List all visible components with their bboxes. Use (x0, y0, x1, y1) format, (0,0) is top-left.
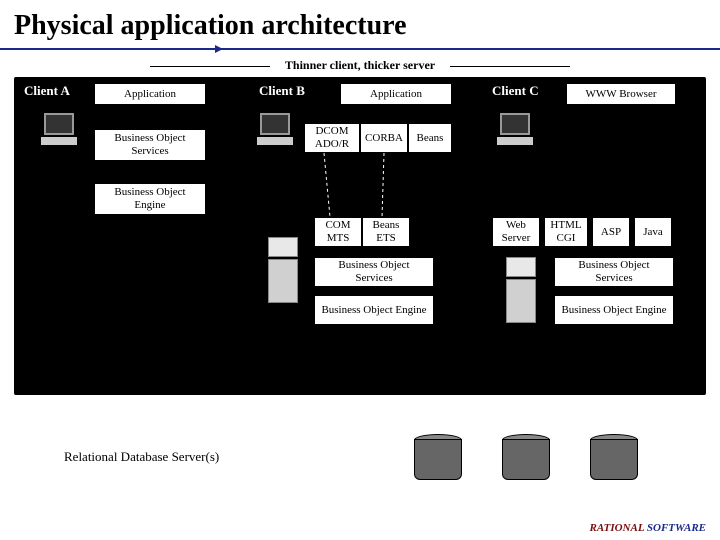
title-divider (0, 48, 720, 50)
server-c-html-cgi: HTML CGI (544, 217, 588, 247)
client-b-computer-icon (254, 113, 296, 151)
client-c-computer-icon (494, 113, 536, 151)
rational-logo: RATIONAL SOFTWARE (590, 522, 706, 534)
database-tier: Relational Database Server(s) (14, 426, 706, 488)
spectrum-label: Thinner client, thicker server (0, 58, 720, 73)
server-b-beans-ets: Beans ETS (362, 217, 410, 247)
web-server-c-icon (504, 257, 538, 327)
database-cylinder-icon (590, 434, 638, 480)
database-icons (414, 434, 638, 480)
client-b-corba: CORBA (360, 123, 408, 153)
slide-title: Physical application architecture (0, 0, 720, 48)
logo-part1: RATIONAL (590, 522, 645, 534)
client-b-application: Application (340, 83, 452, 105)
server-b-boe: Business Object Engine (314, 295, 434, 325)
server-b-com-mts: COM MTS (314, 217, 362, 247)
server-c-asp: ASP (592, 217, 630, 247)
client-a-boe: Business Object Engine (94, 183, 206, 215)
client-b-header: Client B (259, 83, 305, 99)
app-server-b-icon (266, 237, 300, 307)
database-cylinder-icon (414, 434, 462, 480)
client-c-header: Client C (492, 83, 539, 99)
server-c-web-server: Web Server (492, 217, 540, 247)
logo-part2: SOFTWARE (644, 522, 706, 534)
database-label: Relational Database Server(s) (64, 449, 219, 465)
client-b-dcom: DCOM ADO/R (304, 123, 360, 153)
client-a-computer-icon (38, 113, 80, 151)
client-a-bos: Business Object Services (94, 129, 206, 161)
server-c-java: Java (634, 217, 672, 247)
server-b-bos: Business Object Services (314, 257, 434, 287)
client-a-header: Client A (24, 83, 70, 99)
architecture-stage: Client A Client B Client C Application B… (14, 77, 706, 395)
database-cylinder-icon (502, 434, 550, 480)
server-c-bos: Business Object Services (554, 257, 674, 287)
client-c-browser: WWW Browser (566, 83, 676, 105)
client-b-beans: Beans (408, 123, 452, 153)
client-a-application: Application (94, 83, 206, 105)
server-c-boe: Business Object Engine (554, 295, 674, 325)
